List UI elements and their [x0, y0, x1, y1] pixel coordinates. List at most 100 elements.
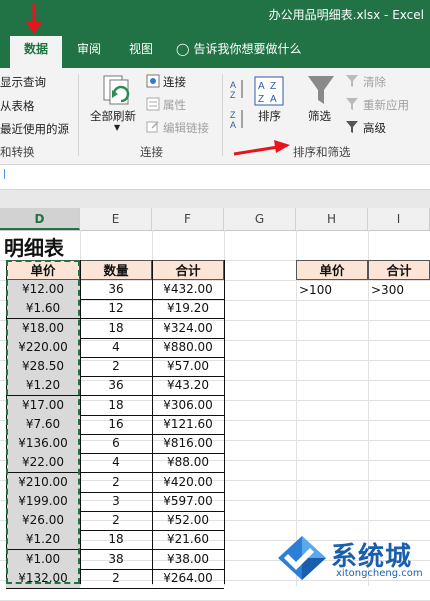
cell-quantity[interactable]: 2: [80, 473, 152, 492]
cell-total[interactable]: ¥88.00: [152, 453, 224, 472]
cell-total[interactable]: ¥43.20: [152, 376, 224, 395]
reapply-icon: [346, 98, 358, 110]
cell-unit-price[interactable]: ¥1.60: [6, 299, 80, 319]
recent-sources-button[interactable]: 最近使用的源: [0, 121, 69, 137]
cell-quantity[interactable]: 18: [80, 396, 152, 415]
cell-total[interactable]: ¥121.60: [152, 415, 224, 434]
cell-unit-price[interactable]: ¥22.00: [6, 453, 80, 473]
watermark-url: xitongcheng.com: [336, 568, 423, 579]
tell-me-search[interactable]: ◯ 告诉我你想要做什么: [176, 36, 336, 68]
cell-quantity[interactable]: 36: [80, 376, 152, 395]
svg-text:Z: Z: [230, 90, 236, 100]
cell-unit-price[interactable]: ¥17.00: [6, 395, 80, 415]
title-bar: 办公用品明细表.xlsx - Excel 数据 审阅 视图 ◯ 告诉我你想要做什么: [0, 0, 430, 70]
cell-quantity[interactable]: 38: [80, 550, 152, 569]
cell-total[interactable]: ¥21.60: [152, 530, 224, 549]
filter-funnel-icon: [308, 76, 334, 104]
header-total[interactable]: 合计: [152, 260, 224, 280]
sheet-gap: [0, 190, 430, 208]
cell-total[interactable]: ¥324.00: [152, 319, 224, 338]
cell-unit-price[interactable]: ¥199.00: [6, 491, 80, 511]
tab-data[interactable]: 数据: [10, 36, 62, 70]
sheet-title[interactable]: 明细表: [4, 232, 64, 261]
cell-total[interactable]: ¥597.00: [152, 492, 224, 511]
properties-button[interactable]: 属性: [163, 97, 186, 113]
formula-bar-marker: ∣: [2, 169, 7, 180]
cell-unit-price[interactable]: ¥210.00: [6, 472, 80, 492]
criteria-header-unit-price[interactable]: 单价: [296, 260, 368, 280]
criteria-header-total[interactable]: 合计: [368, 260, 430, 280]
tab-review[interactable]: 审阅: [66, 36, 112, 68]
column-header-i[interactable]: I: [368, 208, 430, 230]
sort-button[interactable]: 排序: [258, 108, 281, 124]
header-quantity[interactable]: 数量: [80, 260, 152, 280]
column-header-d[interactable]: D: [0, 208, 80, 230]
cell-unit-price[interactable]: ¥136.00: [6, 434, 80, 454]
column-header-h[interactable]: H: [296, 208, 368, 230]
cell-unit-price[interactable]: ¥1.20: [6, 376, 80, 396]
cell-total[interactable]: ¥420.00: [152, 473, 224, 492]
cell-quantity[interactable]: 4: [80, 338, 152, 357]
cell-unit-price[interactable]: ¥12.00: [6, 280, 80, 300]
header-unit-price[interactable]: 单价: [6, 260, 80, 280]
cell-unit-price[interactable]: ¥1.20: [6, 530, 80, 550]
cell-quantity[interactable]: 6: [80, 434, 152, 453]
svg-text:A: A: [258, 81, 265, 92]
cell-total[interactable]: ¥880.00: [152, 338, 224, 357]
clear-button[interactable]: 清除: [363, 74, 386, 90]
cell-quantity[interactable]: 4: [80, 453, 152, 472]
formula-bar[interactable]: ∣: [0, 165, 430, 190]
cell-total[interactable]: ¥57.00: [152, 357, 224, 376]
advanced-button[interactable]: 高级: [363, 120, 386, 136]
column-headers: D E F G H I: [0, 208, 430, 231]
cell-unit-price[interactable]: ¥18.00: [6, 318, 80, 338]
cell-unit-price[interactable]: ¥7.60: [6, 414, 80, 434]
cell-quantity[interactable]: 3: [80, 492, 152, 511]
cell-quantity[interactable]: 12: [80, 299, 152, 318]
connections-button[interactable]: 连接: [163, 74, 186, 90]
cell-total[interactable]: ¥264.00: [152, 569, 224, 588]
cell-quantity[interactable]: 18: [80, 319, 152, 338]
ribbon-separator: [222, 74, 223, 156]
refresh-all-icon: [103, 75, 130, 105]
clear-filter-icon: [346, 75, 358, 87]
column-header-f[interactable]: F: [152, 208, 224, 230]
cell-unit-price[interactable]: ¥220.00: [6, 337, 80, 357]
criteria-unit-price-value[interactable]: >100: [296, 280, 368, 300]
refresh-all-button[interactable]: 全部刷新: [90, 108, 136, 124]
cell-quantity[interactable]: 36: [80, 280, 152, 299]
reapply-button[interactable]: 重新应用: [363, 97, 409, 113]
criteria-total-value[interactable]: >300: [368, 280, 430, 300]
cell-total[interactable]: ¥19.20: [152, 299, 224, 318]
cell-total[interactable]: ¥306.00: [152, 396, 224, 415]
column-header-e[interactable]: E: [80, 208, 152, 230]
tab-view[interactable]: 视图: [120, 36, 162, 68]
red-arrow-to-sort-filter: [233, 140, 290, 156]
cell-quantity[interactable]: 2: [80, 569, 152, 588]
filter-button[interactable]: 筛选: [308, 108, 331, 124]
cell-total[interactable]: ¥816.00: [152, 434, 224, 453]
table-border: [224, 260, 225, 584]
watermark: 系统城 xitongcheng.com: [276, 532, 428, 584]
cell-unit-price[interactable]: ¥28.50: [6, 357, 80, 377]
cell-unit-price[interactable]: ¥132.00: [6, 568, 80, 588]
cell-quantity[interactable]: 2: [80, 357, 152, 376]
cell-total[interactable]: ¥38.00: [152, 550, 224, 569]
cell-quantity[interactable]: 2: [80, 511, 152, 530]
tell-me-label: 告诉我你想要做什么: [193, 42, 302, 56]
cell-total[interactable]: ¥432.00: [152, 280, 224, 299]
watermark-logo-icon: [278, 536, 326, 580]
cell-quantity[interactable]: 16: [80, 415, 152, 434]
cell-total[interactable]: ¥52.00: [152, 511, 224, 530]
sort-filter-group-label: 排序和筛选: [293, 145, 351, 159]
from-table-button[interactable]: 从表格: [0, 98, 35, 114]
chevron-down-icon[interactable]: ▼: [114, 123, 120, 132]
cell-unit-price[interactable]: ¥26.00: [6, 511, 80, 531]
cell-quantity[interactable]: 18: [80, 530, 152, 549]
get-transform-group-label: 和转换: [0, 145, 35, 159]
edit-links-button[interactable]: 编辑链接: [163, 120, 209, 136]
column-header-g[interactable]: G: [224, 208, 296, 230]
cell-unit-price[interactable]: ¥1.00: [6, 549, 80, 569]
svg-text:Z: Z: [230, 110, 236, 120]
show-queries-button[interactable]: 显示查询: [0, 74, 46, 90]
